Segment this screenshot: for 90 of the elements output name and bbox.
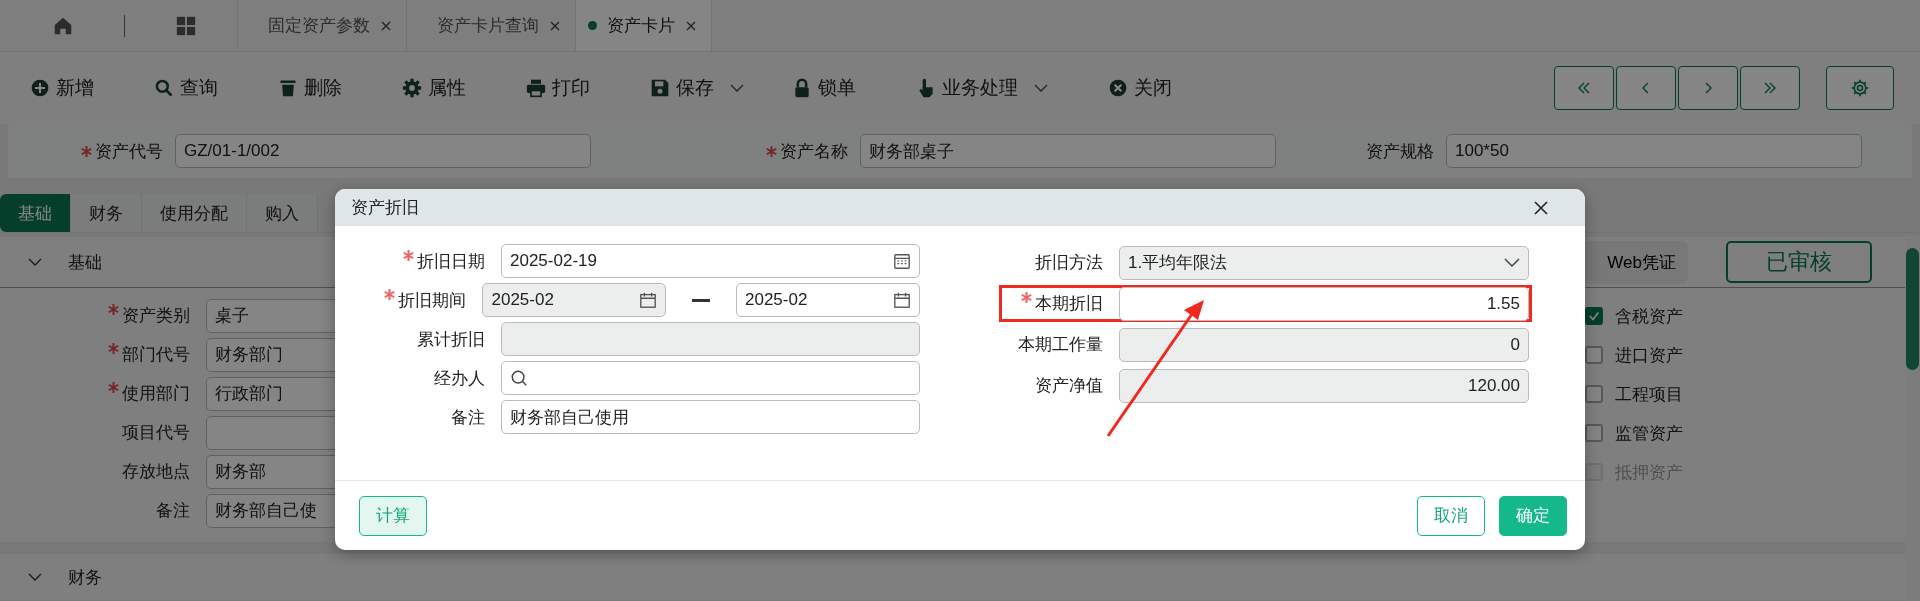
- field-label: 折旧方法: [1035, 253, 1103, 272]
- calendar-icon[interactable]: [893, 291, 911, 309]
- form-tab[interactable]: 财务: [71, 194, 142, 232]
- date-field[interactable]: 2025-02-19: [501, 244, 920, 278]
- page-tab[interactable]: 固定资产参数: [238, 0, 407, 51]
- toolbar-button[interactable]: 锁单: [792, 71, 856, 105]
- check-icon: [1588, 310, 1600, 322]
- form-tab[interactable]: 使用分配: [142, 194, 247, 232]
- input-field[interactable]: 财务部桌子: [860, 134, 1276, 168]
- dialog-button[interactable]: 确定: [1499, 495, 1567, 536]
- checkbox-label: 工程项目: [1615, 383, 1683, 406]
- plus-icon: [30, 78, 50, 98]
- field-label: 累计折旧: [417, 329, 485, 349]
- settings-button[interactable]: [1826, 66, 1894, 110]
- calendar-icon[interactable]: [893, 252, 911, 270]
- close-icon[interactable]: [1533, 199, 1549, 216]
- field-label: 项目代号: [122, 423, 190, 442]
- field-label: 本期工作量: [1018, 335, 1103, 354]
- printer-icon: [526, 78, 546, 98]
- lock-icon: [792, 78, 812, 98]
- checkbox-label: 监管资产: [1615, 422, 1683, 445]
- search-icon[interactable]: [510, 369, 528, 387]
- field-label: 资产名称: [780, 140, 848, 163]
- section-title: 基础: [68, 251, 102, 274]
- section-title: 财务: [68, 566, 102, 589]
- toolbar-button[interactable]: 新增: [30, 71, 94, 105]
- input-field[interactable]: 0: [1119, 327, 1529, 362]
- field-label: 资产类别: [122, 306, 190, 325]
- toolbar-button[interactable]: 打印: [526, 71, 590, 105]
- previous-button[interactable]: [1616, 66, 1676, 110]
- dialog-button[interactable]: 计算: [359, 495, 427, 536]
- input-field[interactable]: 120.00: [1119, 368, 1529, 403]
- field-label: 折旧期间: [398, 290, 467, 310]
- double-chevron-right-icon: [1763, 81, 1777, 95]
- input-field[interactable]: GZ/01-1/002: [175, 134, 591, 168]
- toolbar-button[interactable]: 属性: [402, 71, 466, 105]
- search-icon: [154, 78, 174, 98]
- active-dot: [588, 21, 597, 30]
- first-button[interactable]: [1554, 66, 1614, 110]
- field-label: 使用部门: [122, 384, 190, 403]
- checkbox[interactable]: [1585, 385, 1603, 403]
- search-field[interactable]: [501, 361, 920, 395]
- toolbar-button[interactable]: 关闭: [1108, 71, 1172, 105]
- date-field[interactable]: 2025-02: [736, 283, 920, 317]
- dialog-title: 资产折旧: [351, 197, 419, 219]
- checkbox-label: 含税资产: [1615, 305, 1683, 328]
- next-button[interactable]: [1678, 66, 1738, 110]
- calendar-icon[interactable]: [639, 291, 658, 309]
- field-label: 备注: [156, 501, 190, 520]
- input-field[interactable]: 100*50: [1446, 134, 1862, 168]
- settings-icon: [1850, 78, 1870, 98]
- checkbox-label: 进口资产: [1615, 344, 1683, 367]
- pointing-hand-icon: [916, 78, 936, 98]
- grid-icon[interactable]: [175, 14, 197, 37]
- field-label: 存放地点: [122, 462, 190, 481]
- toolbar-button[interactable]: 保存: [650, 71, 744, 105]
- field-label: 资产代号: [95, 140, 163, 163]
- toolbar-button[interactable]: 查询: [154, 71, 218, 105]
- gear-icon: [402, 78, 422, 98]
- double-chevron-left-icon: [1577, 81, 1591, 95]
- field-label: 经办人: [434, 368, 485, 388]
- toolbar-button[interactable]: 删除: [278, 71, 342, 105]
- field-label: 资产规格: [1366, 140, 1434, 163]
- checkbox[interactable]: [1585, 346, 1603, 364]
- status-stamp: 已审核: [1726, 241, 1872, 283]
- range-dash: [692, 298, 710, 302]
- checkbox[interactable]: [1585, 424, 1603, 442]
- close-icon: [1108, 78, 1128, 98]
- input-field[interactable]: [501, 322, 920, 356]
- form-tab[interactable]: 基础: [0, 194, 71, 232]
- field-label: 本期折旧: [1035, 294, 1103, 313]
- select-field[interactable]: 1.平均年限法: [1119, 245, 1529, 280]
- field-label: 资产净值: [1035, 376, 1103, 395]
- toolbar-button[interactable]: 业务处理: [916, 71, 1048, 105]
- scrollbar-thumb[interactable]: [1906, 248, 1919, 370]
- trash-icon: [278, 78, 298, 98]
- date-field[interactable]: 2025-02: [482, 283, 667, 317]
- input-field[interactable]: 1.55: [1119, 286, 1529, 321]
- page-tab[interactable]: 资产卡片: [576, 0, 712, 51]
- field-label: 部门代号: [122, 345, 190, 364]
- checkbox[interactable]: [1585, 307, 1603, 325]
- field-label: 备注: [451, 407, 485, 427]
- field-label: 折旧日期: [417, 251, 485, 271]
- chevron-icon[interactable]: [28, 573, 42, 581]
- dialog-button[interactable]: 取消: [1417, 495, 1485, 536]
- last-button[interactable]: [1740, 66, 1800, 110]
- chevron-icon[interactable]: [28, 258, 42, 266]
- chevron-down-icon[interactable]: [1504, 257, 1520, 268]
- form-tab[interactable]: 购入: [247, 194, 318, 232]
- input-field[interactable]: 财务部自己使用: [501, 400, 920, 434]
